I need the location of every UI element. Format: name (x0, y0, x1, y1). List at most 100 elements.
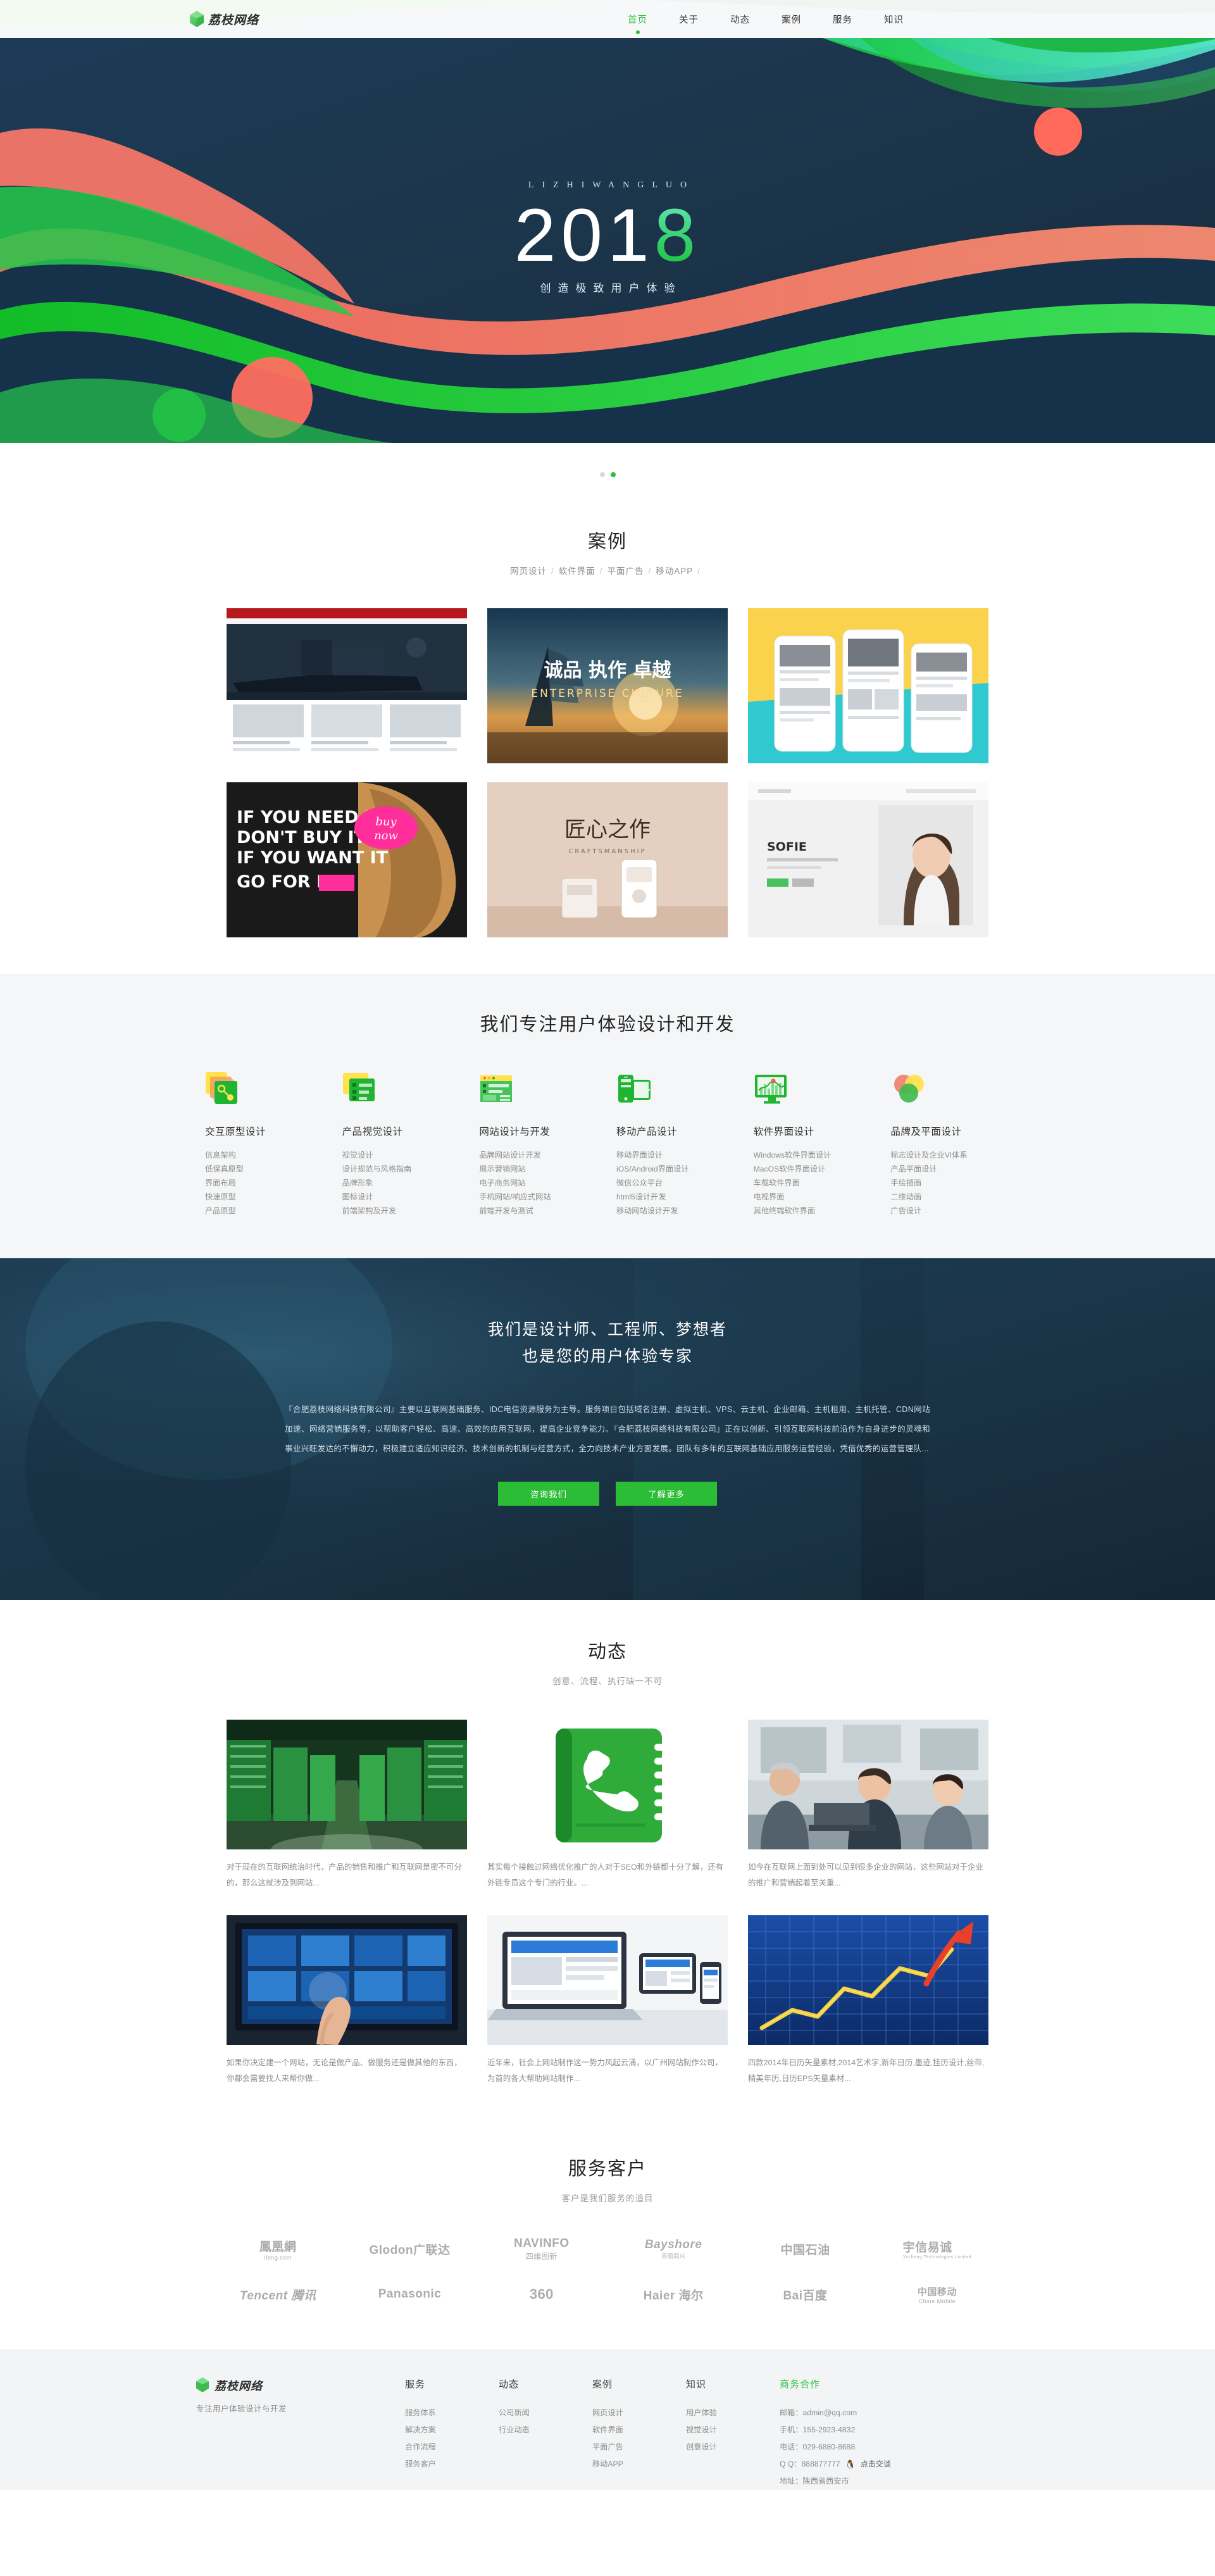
news-excerpt: 如今在互联网上面到处可以见到很多企业的网站，这些网站对于企业的推广和营销起着至关… (748, 1863, 983, 1887)
footer-link[interactable]: 行业动态 (499, 2422, 592, 2439)
contact-qq: Q Q：888877777 (780, 2460, 840, 2468)
service-item[interactable]: 其他终端软件界面 (754, 1204, 832, 1218)
client-logo-cnpc[interactable]: 中国石油 (780, 2234, 830, 2263)
case-card-hair-poster[interactable]: IF YOU NEED IT DON'T BUY IT IF YOU WANT … (227, 782, 467, 937)
service-item[interactable]: 移动界面设计 (616, 1148, 688, 1162)
service-heading: 品牌及平面设计 (890, 1127, 962, 1137)
client-logo-name: 宇信易诚 (902, 2241, 952, 2254)
case-card-mobile-app[interactable] (748, 608, 988, 763)
service-item[interactable]: 低保真原型 (205, 1162, 266, 1176)
qq-chat-link[interactable]: 点击交谈 (861, 2456, 891, 2473)
site-logo[interactable]: 荔枝网络 (190, 11, 259, 28)
service-item[interactable]: 广告设计 (890, 1204, 967, 1218)
service-item[interactable]: 车载软件界面 (754, 1176, 832, 1190)
footer-link[interactable]: 视觉设计 (686, 2422, 780, 2439)
case-card-ship-news[interactable] (227, 608, 467, 763)
cases-filter-app[interactable]: 移动APP (656, 566, 693, 576)
service-item[interactable]: Windows软件界面设计 (754, 1148, 832, 1162)
case-card-appliance[interactable]: 匠心之作 CRAFTSMANSHIP (487, 782, 728, 937)
case-thumbnail: SOFIE (748, 782, 988, 937)
cases-section: 案例 网页设计 / 软件界面 / 平面广告 / 移动APP / 诚品 执作 卓越… (0, 499, 1215, 974)
nav-item-about[interactable]: 关于 (678, 10, 700, 28)
consult-us-button[interactable]: 咨询我们 (498, 1482, 599, 1506)
client-logo-china-mobile[interactable]: 中国移动 China Mobile (918, 2280, 957, 2309)
cases-filter-software[interactable]: 软件界面 (559, 566, 595, 576)
client-logo-360[interactable]: 360 (530, 2280, 554, 2309)
service-item[interactable]: 电视界面 (754, 1190, 832, 1204)
footer-link[interactable]: 服务客户 (405, 2456, 499, 2473)
news-card-growth-chart[interactable]: 四款2014年日历矢量素材,2014艺术字,新年日历,墨迹,挂历设计,丝带,精美… (748, 1915, 988, 2087)
footer-link[interactable]: 平面广告 (592, 2439, 686, 2456)
about-paragraph: 『合肥荔枝网络科技有限公司』主要以互联网基础服务、IDC电信资源服务为主导。服务… (285, 1405, 930, 1453)
footer-logo[interactable]: 荔枝网络 (196, 2377, 405, 2394)
service-item[interactable]: 品牌形象 (342, 1176, 412, 1190)
service-item[interactable]: MacOS软件界面设计 (754, 1162, 832, 1176)
case-card-enterprise-culture[interactable]: 诚品 执作 卓越 ENTERPRISE CULTURE (487, 608, 728, 763)
service-item[interactable]: 信息架构 (205, 1148, 266, 1162)
service-item[interactable]: 二维动画 (890, 1190, 967, 1204)
footer-columns: 荔枝网络 专注用户体验设计与开发 服务 服务体系 解决方案 合作流程 服务客户 … (196, 2377, 1019, 2490)
footer-heading: 服务 (405, 2379, 426, 2390)
service-item[interactable]: iOS/Android界面设计 (616, 1162, 688, 1176)
client-logo-haier[interactable]: Haier 海尔 (644, 2280, 704, 2309)
service-item[interactable]: 界面布局 (205, 1176, 266, 1190)
news-thumbnail (487, 1720, 728, 1849)
client-logo-tencent[interactable]: Tencent 腾讯 (240, 2280, 316, 2309)
slider-dot-2[interactable] (610, 472, 616, 477)
service-item[interactable]: 图标设计 (342, 1190, 412, 1204)
footer-link[interactable]: 网页设计 (592, 2404, 686, 2422)
news-card-responsive[interactable]: 近年来，社会上网站制作这一势力风起云涌，以广州网站制作公司，为首的各大帮助网站制… (487, 1915, 728, 2087)
cases-filter-graphic[interactable]: 平面广告 (607, 566, 644, 576)
nav-item-home[interactable]: 首页 (626, 10, 649, 28)
news-card-datacenter[interactable]: 对于现在的互联网统治时代，产品的销售和推广和互联网是密不可分的，那么这就涉及到网… (227, 1720, 467, 1891)
service-item[interactable]: 设计规范与风格指南 (342, 1162, 412, 1176)
service-item[interactable]: 移动网站设计开发 (616, 1204, 688, 1218)
cases-filter-web[interactable]: 网页设计 (510, 566, 547, 576)
client-logo-glodon[interactable]: Glodon广联达 (370, 2234, 451, 2263)
news-card-touchscreen[interactable]: 如果你决定建一个网站，无论是做产品、做服务还是做其他的东西，你都会需要找人来帮你… (227, 1915, 467, 2087)
service-item[interactable]: 快速原型 (205, 1190, 266, 1204)
news-growth-chart-image (748, 1915, 988, 2045)
gem-icon (196, 2377, 210, 2394)
client-logo-baidu[interactable]: Bai百度 (783, 2280, 827, 2309)
service-item[interactable]: 品牌网站设计开发 (479, 1148, 551, 1162)
news-card-office-team[interactable]: 如今在互联网上面到处可以见到很多企业的网站，这些网站对于企业的推广和营销起着至关… (748, 1720, 988, 1891)
service-item[interactable]: 标志设计及企业VI体系 (890, 1148, 967, 1162)
footer-link[interactable]: 创意设计 (686, 2439, 780, 2456)
client-logo-panasonic[interactable]: Panasonic (378, 2280, 442, 2309)
service-item[interactable]: 手绘插画 (890, 1176, 967, 1190)
slider-dot-1[interactable] (599, 472, 605, 477)
client-logo-navinfo[interactable]: NAVINFO 四维图新 (514, 2234, 570, 2263)
footer-link[interactable]: 公司新闻 (499, 2404, 592, 2422)
client-logo-ifeng[interactable]: 鳳凰網 ifeng.com (259, 2234, 297, 2263)
news-card-phonebook[interactable]: 其实每个接触过网络优化推广的人对于SEO和外链都十分了解，还有外链专员这个专门的… (487, 1720, 728, 1891)
service-item[interactable]: 产品平面设计 (890, 1162, 967, 1176)
footer-link[interactable]: 用户体验 (686, 2404, 780, 2422)
nav-item-news[interactable]: 动态 (729, 10, 751, 28)
case-card-sofie-beauty[interactable]: SOFIE (748, 782, 988, 937)
service-item[interactable]: 前端架构及开发 (342, 1204, 412, 1218)
footer-column-business: 商务合作 邮箱：admin@qq.com 手机：155-2923-4832 电话… (780, 2377, 988, 2490)
service-item[interactable]: html5设计开发 (616, 1190, 688, 1204)
service-item[interactable]: 电子商务网站 (479, 1176, 551, 1190)
page-root: 荔枝网络 首页 关于 动态 案例 服务 知识 LIZHIWANGLUO 2018… (0, 0, 1215, 2490)
learn-more-button[interactable]: 了解更多 (616, 1482, 717, 1506)
nav-item-knowledge[interactable]: 知识 (883, 10, 905, 28)
client-logo-yucheng[interactable]: 宇信易诚 Yucheng Technologies Limited (903, 2234, 971, 2263)
news-excerpt: 近年来，社会上网站制作这一势力风起云涌，以广州网站制作公司，为首的各大帮助网站制… (487, 2058, 723, 2083)
visual-list-icon (342, 1073, 375, 1101)
service-item[interactable]: 微信公众平台 (616, 1176, 688, 1190)
footer-link[interactable]: 移动APP (592, 2456, 686, 2473)
service-item[interactable]: 前端开发与测试 (479, 1204, 551, 1218)
service-item[interactable]: 展示营销网站 (479, 1162, 551, 1176)
service-item[interactable]: 产品原型 (205, 1204, 266, 1218)
nav-item-cases[interactable]: 案例 (780, 10, 802, 28)
client-logo-bayshore[interactable]: Bayshore 百硕同兴 (645, 2234, 702, 2263)
footer-link[interactable]: 合作流程 (405, 2439, 499, 2456)
service-item[interactable]: 手机网站/响应式网站 (479, 1190, 551, 1204)
footer-link[interactable]: 服务体系 (405, 2404, 499, 2422)
service-item[interactable]: 视觉设计 (342, 1148, 412, 1162)
nav-item-services[interactable]: 服务 (832, 10, 854, 28)
footer-link[interactable]: 解决方案 (405, 2422, 499, 2439)
footer-link[interactable]: 软件界面 (592, 2422, 686, 2439)
